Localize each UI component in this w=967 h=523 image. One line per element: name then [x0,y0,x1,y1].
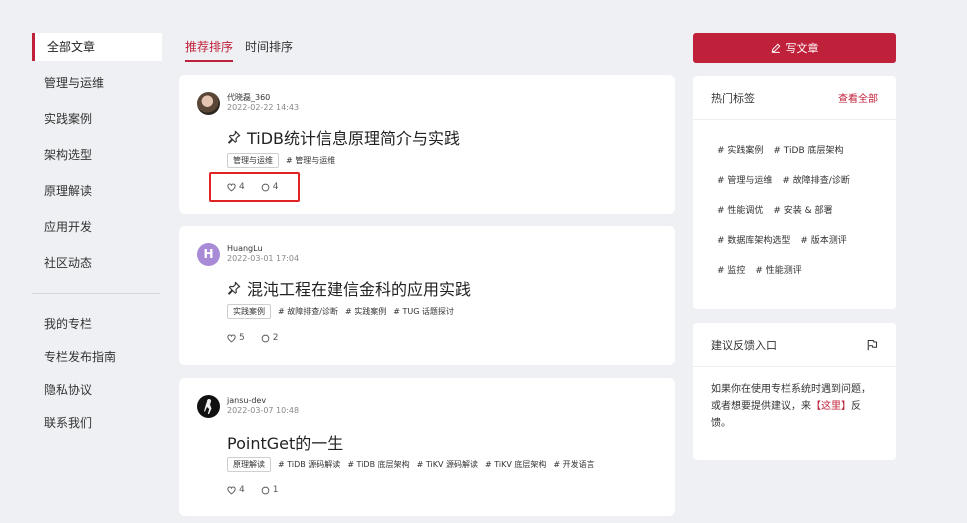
avatar[interactable]: H [197,243,220,266]
left-sidebar: 全部文章 管理与运维 实践案例 架构选型 原理解读 应用开发 社区动态 我的专栏… [32,33,162,442]
tag-link[interactable]: # 故障排查/诊断 [278,306,338,317]
sidebar-item-privacy[interactable]: 隐私协议 [32,376,162,404]
tab-by-time[interactable]: 时间排序 [245,38,293,62]
sidebar-item-principles[interactable]: 原理解读 [32,177,162,205]
tag-link[interactable]: # 实践案例 [345,306,386,317]
like-value: 5 [239,333,245,343]
sort-tabs: 推荐排序 时间排序 [185,38,293,62]
write-article-label: 写文章 [785,42,819,55]
sidebar-divider [32,293,160,294]
tag-link[interactable]: # TiKV 底层架构 [485,459,546,470]
comment-value: 2 [272,333,279,343]
feedback-header: 建议反馈入口 [693,323,896,367]
hot-tags-header: 热门标签 查看全部 [693,76,896,120]
article-card[interactable]: jansu-dev 2022-03-07 10:48 PointGet的一生 原… [179,378,675,516]
like-count[interactable]: 5 [227,333,245,343]
flag-icon[interactable] [866,339,878,351]
article-title-text: TiDB统计信息原理简介与实践 [247,129,461,148]
tag-link[interactable]: # TiDB 源码解读 [278,459,340,470]
tag-link[interactable]: # TiDB 底层架构 [347,459,409,470]
article-tags: 管理与运维 # 管理与运维 [227,153,335,168]
hot-tag-link[interactable]: # 版本测评 [800,233,846,246]
sidebar-item-architecture[interactable]: 架构选型 [32,141,162,169]
hot-tag-link[interactable]: # 故障排查/诊断 [782,173,849,186]
comment-icon [261,334,270,342]
highlight-box [209,172,300,202]
author-name[interactable]: jansu-dev [227,396,266,405]
feedback-text: 如果你在使用专栏系统时遇到问题，或者想要提供建议，来【这里】反馈。 [693,367,896,446]
comment-count[interactable]: 2 [261,333,279,343]
hot-tag-link[interactable]: # 性能调优 [717,203,763,216]
tag-link[interactable]: # TiKV 源码解读 [417,459,478,470]
hot-tag-link[interactable]: # 安装 & 部署 [773,203,832,216]
avatar-figure-icon [204,399,212,414]
hot-tag-link[interactable]: # 管理与运维 [717,173,772,186]
hot-tags-row: # 管理与运维 # 故障排查/诊断 [717,164,882,194]
article-card[interactable]: H HuangLu 2022-03-01 17:04 混沌工程在建信金科的应用实… [179,226,675,365]
hot-tag-link[interactable]: # 数据库架构选型 [717,233,790,246]
post-date: 2022-02-22 14:43 [227,103,300,112]
hot-tags-panel: 热门标签 查看全部 # 实践案例 # TiDB 底层架构 # 管理与运维 # 故… [693,76,896,309]
like-value: 4 [239,485,245,495]
post-date: 2022-03-07 10:48 [227,406,300,415]
hot-tags-row: # 监控 # 性能测评 [717,254,882,284]
write-article-button[interactable]: 写文章 [693,33,896,63]
tag-link[interactable]: # 开发语言 [553,459,594,470]
hot-tags-list: # 实践案例 # TiDB 底层架构 # 管理与运维 # 故障排查/诊断 # 性… [693,120,896,284]
article-stats: 4 1 [227,485,278,495]
hot-tags-row: # 性能调优 # 安装 & 部署 [717,194,882,224]
tag-link[interactable]: # 管理与运维 [286,155,335,166]
comment-value: 1 [272,485,279,495]
post-date: 2022-03-01 17:04 [227,254,300,263]
hot-tags-row: # 实践案例 # TiDB 底层架构 [717,134,882,164]
category-badge[interactable]: 实践案例 [227,304,271,319]
sidebar-item-cases[interactable]: 实践案例 [32,105,162,133]
article-stats: 5 2 [227,333,278,343]
avatar[interactable] [197,92,220,115]
hot-tags-row: # 数据库架构选型 # 版本测评 [717,224,882,254]
hot-tag-link[interactable]: # TiDB 底层架构 [773,143,843,156]
feedback-panel: 建议反馈入口 如果你在使用专栏系统时遇到问题，或者想要提供建议，来【这里】反馈。 [693,323,896,460]
article-title-text: 混沌工程在建信金科的应用实践 [247,280,472,299]
pencil-icon [771,43,780,53]
article-tags: 原理解读 # TiDB 源码解读 # TiDB 底层架构 # TiKV 源码解读… [227,457,595,472]
author-name[interactable]: 代晓磊_360 [227,93,270,102]
feedback-title: 建议反馈入口 [711,338,777,352]
hot-tag-link[interactable]: # 实践案例 [717,143,763,156]
hot-tags-title: 热门标签 [711,91,755,105]
article-title-text: PointGet的一生 [227,434,344,453]
heart-icon [227,486,236,494]
avatar[interactable] [197,395,220,418]
tab-recommended[interactable]: 推荐排序 [185,38,234,62]
article-tags: 实践案例 # 故障排查/诊断 # 实践案例 # TUG 话题探讨 [227,304,454,319]
sidebar-item-ops[interactable]: 管理与运维 [32,69,162,97]
tag-link[interactable]: # TUG 话题探讨 [393,306,454,317]
pin-icon [228,281,241,295]
sidebar-item-app-dev[interactable]: 应用开发 [32,213,162,241]
hot-tag-link[interactable]: # 性能测评 [755,263,801,276]
sidebar-item-all-articles[interactable]: 全部文章 [32,33,162,61]
sidebar-item-contact[interactable]: 联系我们 [32,409,162,437]
heart-icon [227,334,236,342]
like-count[interactable]: 4 [227,485,245,495]
author-info: 代晓磊_360 2022-02-22 14:43 [227,93,299,113]
author-name[interactable]: HuangLu [227,244,263,253]
article-title[interactable]: 混沌工程在建信金科的应用实践 [227,276,471,300]
sidebar-item-guide[interactable]: 专栏发布指南 [32,343,162,371]
sidebar-item-community[interactable]: 社区动态 [32,249,162,277]
comment-count[interactable]: 1 [261,485,279,495]
author-info: jansu-dev 2022-03-07 10:48 [227,396,299,416]
category-badge[interactable]: 原理解读 [227,457,271,472]
article-title[interactable]: PointGet的一生 [227,430,343,454]
category-badge[interactable]: 管理与运维 [227,153,279,168]
pin-icon [228,130,241,144]
feedback-link[interactable]: 【这里】 [811,401,851,412]
author-info: HuangLu 2022-03-01 17:04 [227,244,299,264]
comment-icon [261,486,270,494]
article-title[interactable]: TiDB统计信息原理简介与实践 [227,125,460,149]
see-all-link[interactable]: 查看全部 [838,90,878,105]
sidebar-item-my-column[interactable]: 我的专栏 [32,310,162,338]
hot-tag-link[interactable]: # 监控 [717,263,745,276]
